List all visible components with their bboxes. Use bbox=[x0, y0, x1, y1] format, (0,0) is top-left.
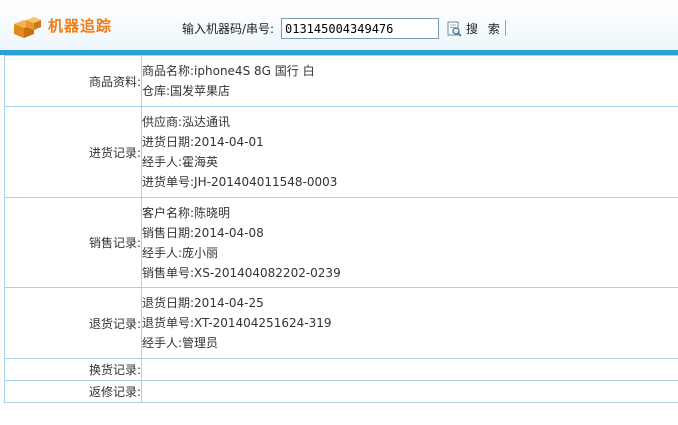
document-search-icon bbox=[447, 21, 462, 37]
sales-row: 销售记录: 客户名称:陈晓明 销售日期:2014-04-08 经手人:庞小丽 销… bbox=[4, 197, 678, 288]
exchange-row: 换货记录: bbox=[4, 358, 678, 381]
search-button[interactable]: 搜 索 bbox=[446, 18, 503, 39]
machine-code-input[interactable] bbox=[281, 18, 439, 39]
field-value: XT-201404251624-319 bbox=[194, 316, 332, 330]
purchase-value: 供应商:泓达通讯 进货日期:2014-04-01 经手人:霍海英 进货单号:JH… bbox=[141, 106, 678, 198]
search-label: 输入机器码/串号: bbox=[182, 22, 275, 36]
field-label: 销售单号: bbox=[142, 265, 195, 280]
purchase-row: 进货记录: 供应商:泓达通讯 进货日期:2014-04-01 经手人:霍海英 进… bbox=[4, 106, 678, 198]
search-button-label: 搜 索 bbox=[466, 22, 503, 36]
sales-label: 销售记录: bbox=[4, 197, 142, 288]
field-value: 国发苹果店 bbox=[170, 84, 231, 98]
product-label: 商品资料: bbox=[4, 55, 142, 107]
field-value: 霍海英 bbox=[182, 155, 219, 169]
field-label: 退货单号: bbox=[142, 316, 195, 330]
field-value: 2014-04-25 bbox=[194, 296, 264, 310]
repair-label: 返修记录: bbox=[4, 380, 142, 403]
field-label: 退货日期: bbox=[142, 296, 195, 310]
product-row: 商品资料: 商品名称:iphone4S 8G 国行 白 仓库:国发苹果店 bbox=[4, 55, 678, 107]
field-value: 2014-04-01 bbox=[194, 135, 264, 149]
field-label: 客户名称: bbox=[142, 205, 195, 220]
field-value: iphone4S 8G 国行 白 bbox=[194, 64, 315, 78]
field-label: 经手人: bbox=[142, 336, 183, 350]
field-label: 进货日期: bbox=[142, 135, 195, 149]
product-value: 商品名称:iphone4S 8G 国行 白 仓库:国发苹果店 bbox=[141, 55, 678, 107]
field-label: 经手人: bbox=[142, 245, 183, 260]
field-value: 庞小丽 bbox=[182, 245, 219, 260]
toolbar-separator bbox=[505, 20, 506, 36]
sales-value: 客户名称:陈晓明 销售日期:2014-04-08 经手人:庞小丽 销售单号:XS… bbox=[141, 197, 678, 288]
field-value: XS-201404082202-0239 bbox=[194, 265, 341, 280]
exchange-label: 换货记录: bbox=[4, 358, 142, 381]
field-value: 2014-04-08 bbox=[194, 225, 264, 240]
field-label: 供应商: bbox=[142, 115, 183, 129]
field-label: 商品名称: bbox=[142, 64, 195, 78]
field-value: 陈晓明 bbox=[194, 205, 231, 220]
repair-row: 返修记录: bbox=[4, 380, 678, 403]
field-label: 经手人: bbox=[142, 155, 183, 169]
field-label: 销售日期: bbox=[142, 225, 195, 240]
returns-label: 退货记录: bbox=[4, 287, 142, 359]
repair-value bbox=[141, 380, 678, 403]
tracking-table: 商品资料: 商品名称:iphone4S 8G 国行 白 仓库:国发苹果店 进货记… bbox=[4, 55, 678, 403]
field-value: 管理员 bbox=[182, 336, 219, 350]
purchase-label: 进货记录: bbox=[4, 106, 142, 198]
returns-row: 退货记录: 退货日期:2014-04-25 退货单号:XT-2014042516… bbox=[4, 287, 678, 359]
exchange-value bbox=[141, 358, 678, 381]
returns-value: 退货日期:2014-04-25 退货单号:XT-201404251624-319… bbox=[141, 287, 678, 359]
field-value: JH-201404011548-0003 bbox=[194, 175, 338, 189]
boxes-icon bbox=[14, 17, 41, 38]
field-label: 仓库: bbox=[142, 84, 171, 98]
field-value: 泓达通讯 bbox=[182, 115, 231, 129]
header-bar: 机器追踪 输入机器码/串号: 搜 索 bbox=[0, 0, 678, 50]
page-title: 机器追踪 bbox=[48, 17, 113, 35]
field-label: 进货单号: bbox=[142, 175, 195, 189]
